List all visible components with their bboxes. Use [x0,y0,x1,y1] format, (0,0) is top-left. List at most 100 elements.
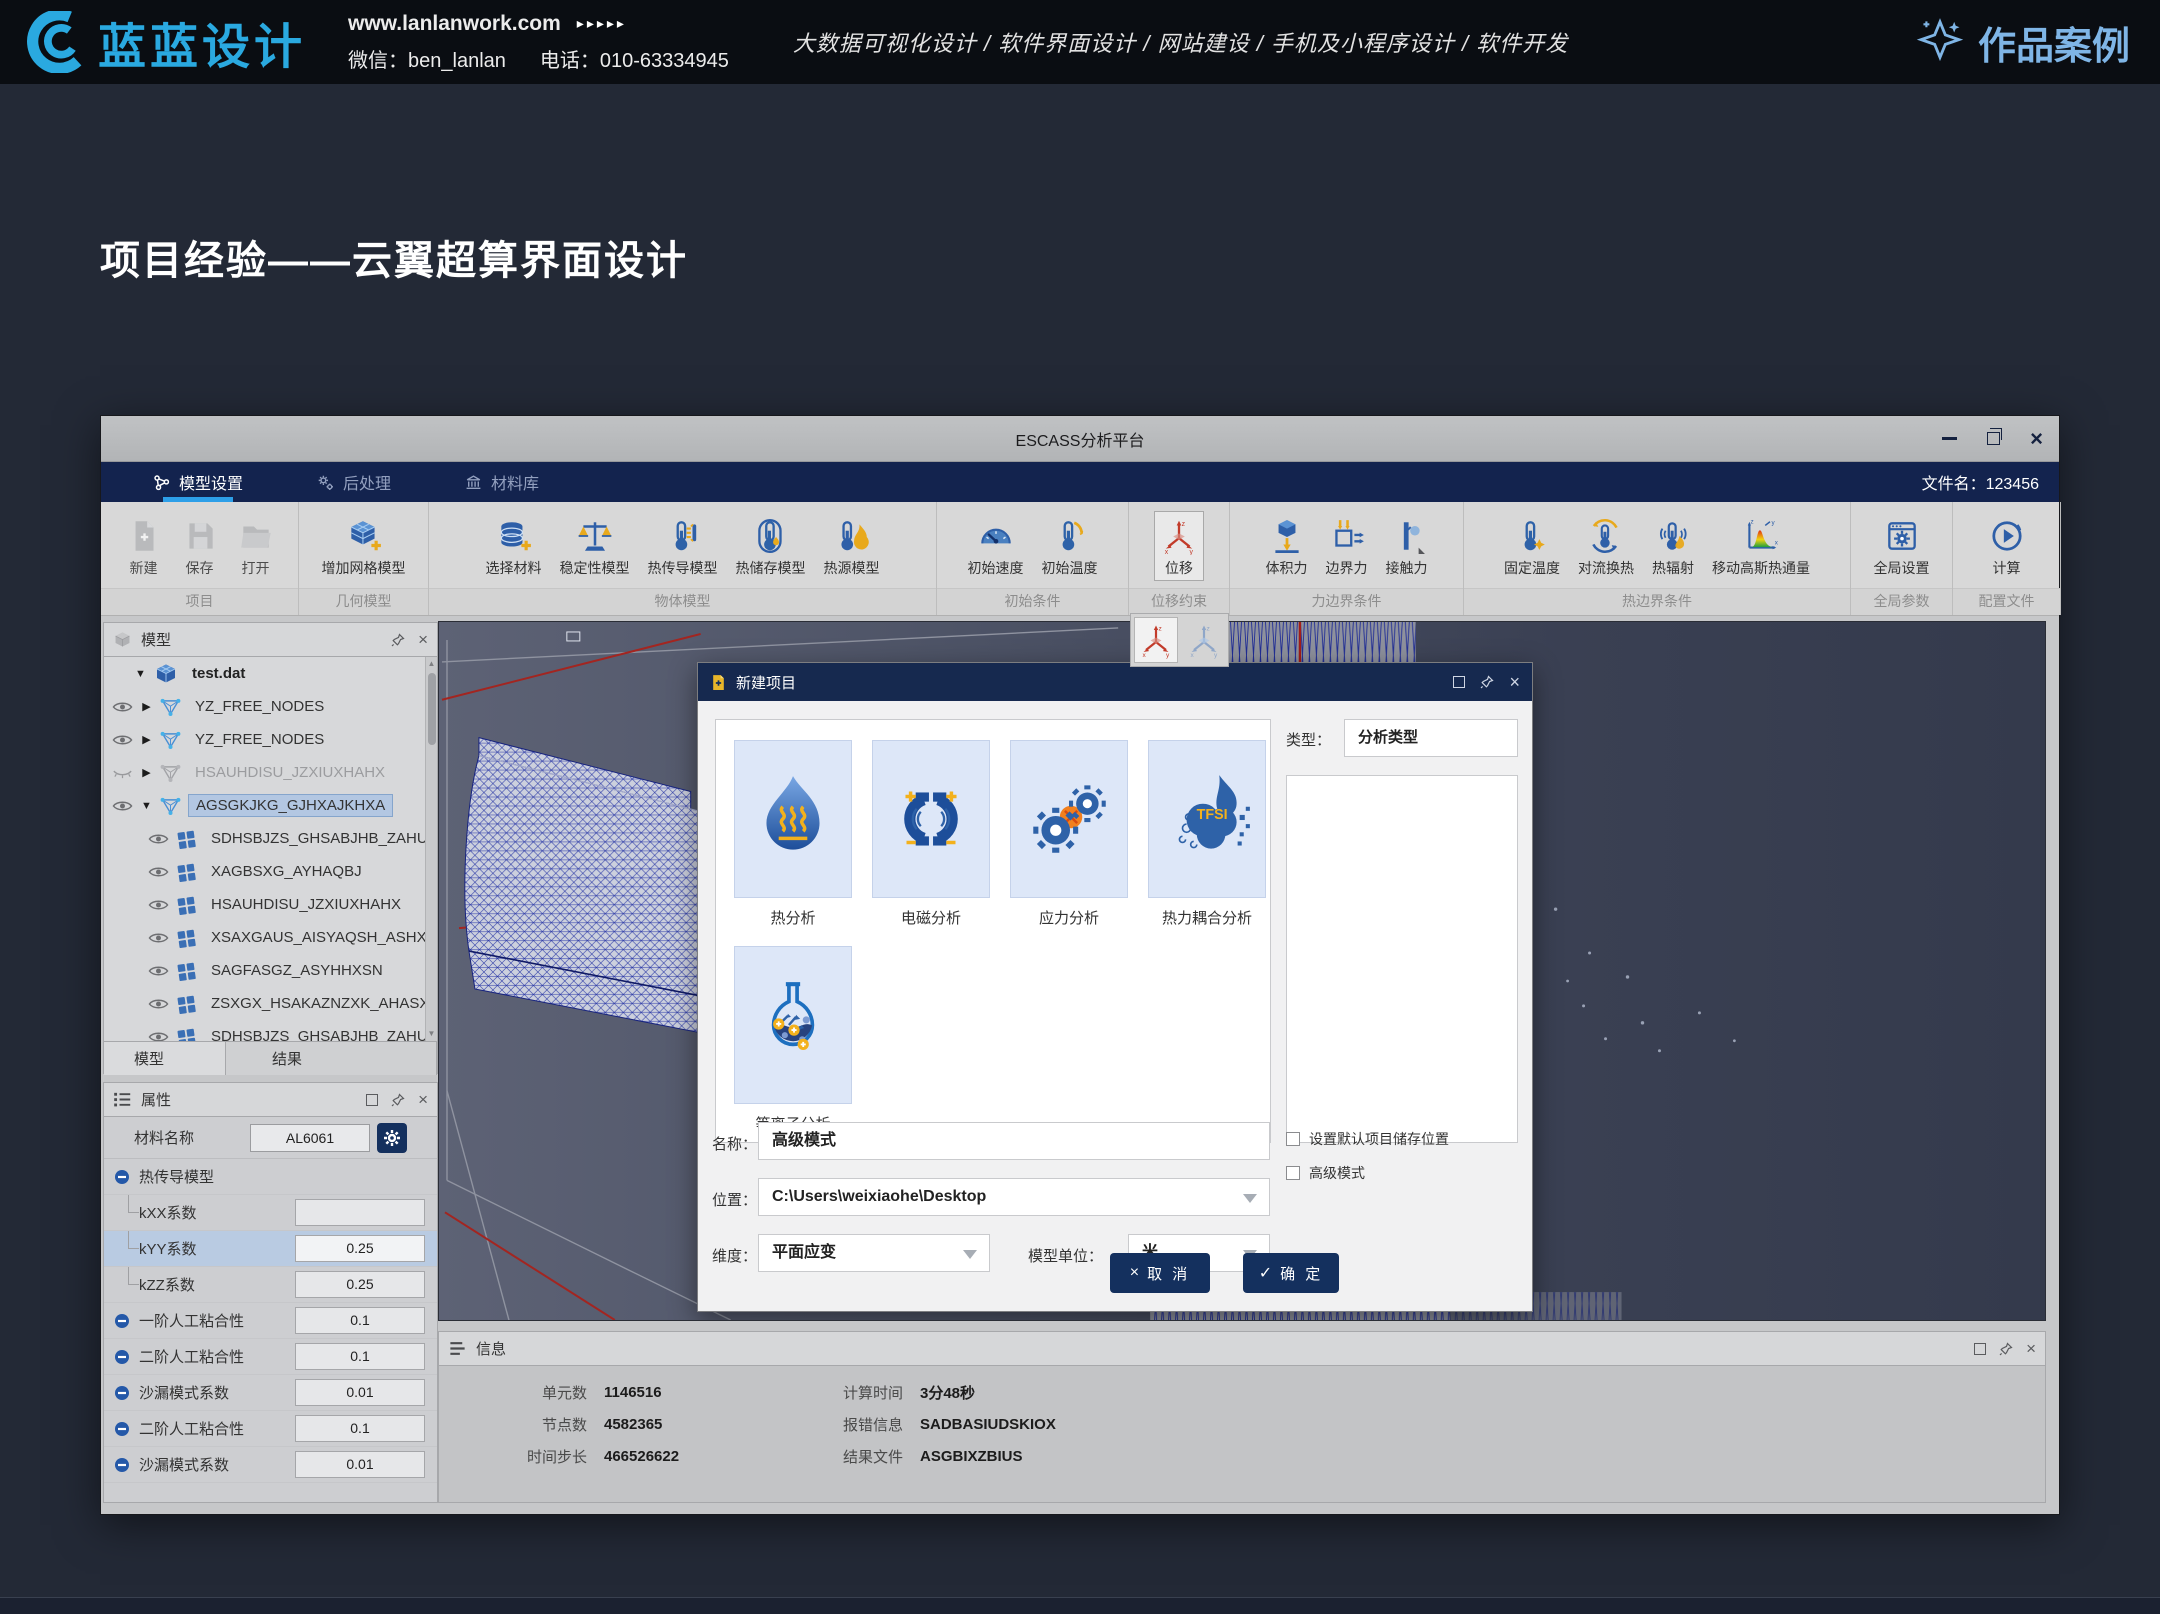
advanced-mode-checkbox[interactable]: 高级模式 [1286,1163,1365,1183]
analysis-card-tfsi-analysis[interactable]: TFSI热力耦合分析 [1148,740,1266,928]
toolbar-button-heat-source[interactable]: 热源模型 [819,512,885,580]
property-value-input[interactable]: 0.25 [295,1271,425,1298]
toolbar-button-speedometer[interactable]: 初始速度 [963,512,1029,580]
tree-item[interactable]: SDHSBJZS_GHSABJHB_ZAHU [104,822,437,855]
tree-item[interactable]: SDHSBJZS_GHSABJHB_ZAHU [104,1020,437,1041]
tree-item[interactable]: ▶HSAUHDISU_JZXIUXHAHX [104,756,437,789]
analysis-card-thermal-analysis[interactable]: 热分析 [734,740,852,928]
collapse-icon[interactable] [114,1421,130,1437]
toolbar-button-material-db[interactable]: 选择材料 [481,512,547,580]
toolbar-button-thermo-init[interactable]: 初始温度 [1037,512,1103,580]
eye-closed-icon[interactable] [112,766,133,780]
scroll-up-icon[interactable]: ▲ [428,657,436,671]
collapse-icon[interactable] [114,1313,130,1329]
caret-down-icon[interactable]: ▼ [134,668,147,680]
analysis-card-em-analysis[interactable]: 电磁分析 [872,740,990,928]
collapse-icon[interactable] [114,1169,130,1185]
toolbar-button-axes-red[interactable]: zxy位移 [1155,512,1203,580]
axes-blue-icon[interactable]: zxy [1183,618,1225,662]
viewport-3d[interactable]: 新建项目 × 热分析电磁分析应力分析TFSI热力耦合分析等离子分析 类型： 分析… [438,621,2046,1321]
pin-icon[interactable] [1999,1342,2013,1356]
tree-root-item[interactable]: ▼test.dat [104,657,437,690]
eye-icon[interactable] [112,733,133,747]
scroll-down-icon[interactable]: ▼ [428,1027,436,1041]
toolbar-button-global-settings[interactable]: 全局设置 [1869,512,1935,580]
chevron-down-icon[interactable] [963,1250,977,1259]
collapse-icon[interactable] [114,1385,130,1401]
eye-icon[interactable] [148,898,169,912]
toolbar-button-save-file[interactable]: 保存 [176,512,224,580]
analysis-card-stress-analysis[interactable]: 应力分析 [1010,740,1128,928]
property-value-input[interactable] [295,1199,425,1226]
analysis-type-input[interactable]: 分析类型 [1344,719,1518,757]
analysis-card-plasma-analysis[interactable]: 等离子分析 [734,946,852,1134]
panel-close-icon[interactable]: × [418,1091,428,1108]
tab-model-settings[interactable]: 模型设置 [149,462,247,502]
pin-icon[interactable] [391,1093,405,1107]
toolbar-button-new-file[interactable]: 新建 [120,512,168,580]
panel-restore-icon[interactable] [1974,1343,1986,1355]
tree-item[interactable]: ▶YZ_FREE_NODES [104,723,437,756]
model-panel-tab-result[interactable]: 结果 [226,1042,437,1075]
tree-item[interactable]: XAGBSXG_AYHAQBJ [104,855,437,888]
toolbar-button-open-folder[interactable]: 打开 [232,512,280,580]
material-name-input[interactable]: AL6061 [250,1124,370,1152]
panel-close-icon[interactable]: × [2026,1340,2036,1357]
eye-icon[interactable] [148,865,169,879]
caret-right-icon[interactable]: ▶ [140,766,153,779]
ok-button[interactable]: ✓确 定 [1243,1253,1339,1293]
tree-item[interactable]: ▶YZ_FREE_NODES [104,690,437,723]
toolbar-button-boundary-force[interactable]: 边界力 [1321,512,1373,580]
tab-material-lib[interactable]: 材料库 [461,462,543,502]
restore-icon[interactable] [1987,432,2000,445]
chevron-down-icon[interactable] [1243,1194,1257,1203]
toolbar-button-contact-force[interactable]: 接触力 [1381,512,1433,580]
eye-icon[interactable] [112,799,133,813]
toolbar-button-convection[interactable]: 对流换热 [1573,512,1639,580]
location-input[interactable]: C:\Users\weixiaohe\Desktop [758,1178,1270,1216]
panel-close-icon[interactable]: × [418,631,428,648]
eye-icon[interactable] [148,964,169,978]
tree-item[interactable]: ▼AGSGKJKG_GJHXAJKHXA [104,789,437,822]
pin-icon[interactable] [391,633,405,647]
property-value-input[interactable]: 0.1 [295,1307,425,1334]
property-value-input[interactable]: 0.1 [295,1343,425,1370]
toolbar-button-gauss-flux[interactable]: zyx移动高斯热通量 [1707,512,1815,580]
tree-item[interactable]: HSAUHDISU_JZXIUXHAHX [104,888,437,921]
website-link[interactable]: www.lanlanwork.com [348,12,561,36]
property-value-input[interactable]: 0.01 [295,1379,425,1406]
model-panel-tab-model[interactable]: 模型 [104,1042,226,1075]
eye-icon[interactable] [148,832,169,846]
material-settings-button[interactable] [377,1123,407,1153]
default-location-checkbox[interactable]: 设置默认项目储存位置 [1286,1129,1449,1149]
eye-icon[interactable] [148,997,169,1011]
caret-right-icon[interactable]: ▶ [140,733,153,746]
caret-right-icon[interactable]: ▶ [140,700,153,713]
tree-item[interactable]: ZSXGX_HSAKAZNZXK_AHASX [104,987,437,1020]
property-value-input[interactable]: 0.01 [295,1451,425,1478]
cancel-button[interactable]: ×取 消 [1110,1253,1210,1293]
axes-red-icon[interactable]: zxy [1135,618,1177,662]
toolbar-button-volume-force[interactable]: 体积力 [1261,512,1313,580]
analysis-type-list[interactable] [1286,775,1518,1143]
toolbar-button-scale[interactable]: 稳定性模型 [555,512,635,580]
toolbar-button-compute[interactable]: 计算 [1983,512,2031,580]
project-name-input[interactable]: 高级模式 [758,1122,1270,1160]
eye-icon[interactable] [148,1030,169,1042]
dialog-restore-icon[interactable] [1453,676,1465,688]
toolbar-button-radiation[interactable]: 热辐射 [1647,512,1699,580]
tree-item[interactable]: SAGFASGZ_ASYHHXSN [104,954,437,987]
eye-icon[interactable] [148,931,169,945]
scrollbar-thumb[interactable] [428,673,436,745]
tree-scrollbar[interactable]: ▲ ▼ [425,657,437,1041]
collapse-icon[interactable] [114,1349,130,1365]
tab-postprocess[interactable]: 后处理 [313,462,395,502]
dialog-pin-icon[interactable] [1480,675,1494,689]
property-value-input[interactable]: 0.1 [295,1415,425,1442]
eye-icon[interactable] [112,700,133,714]
collapse-icon[interactable] [114,1457,130,1473]
toolbar-button-mesh-cube[interactable]: 增加网格模型 [317,512,411,580]
close-icon[interactable]: × [2030,428,2043,450]
caret-down-icon[interactable]: ▼ [140,800,153,812]
dialog-close-icon[interactable]: × [1509,673,1520,691]
